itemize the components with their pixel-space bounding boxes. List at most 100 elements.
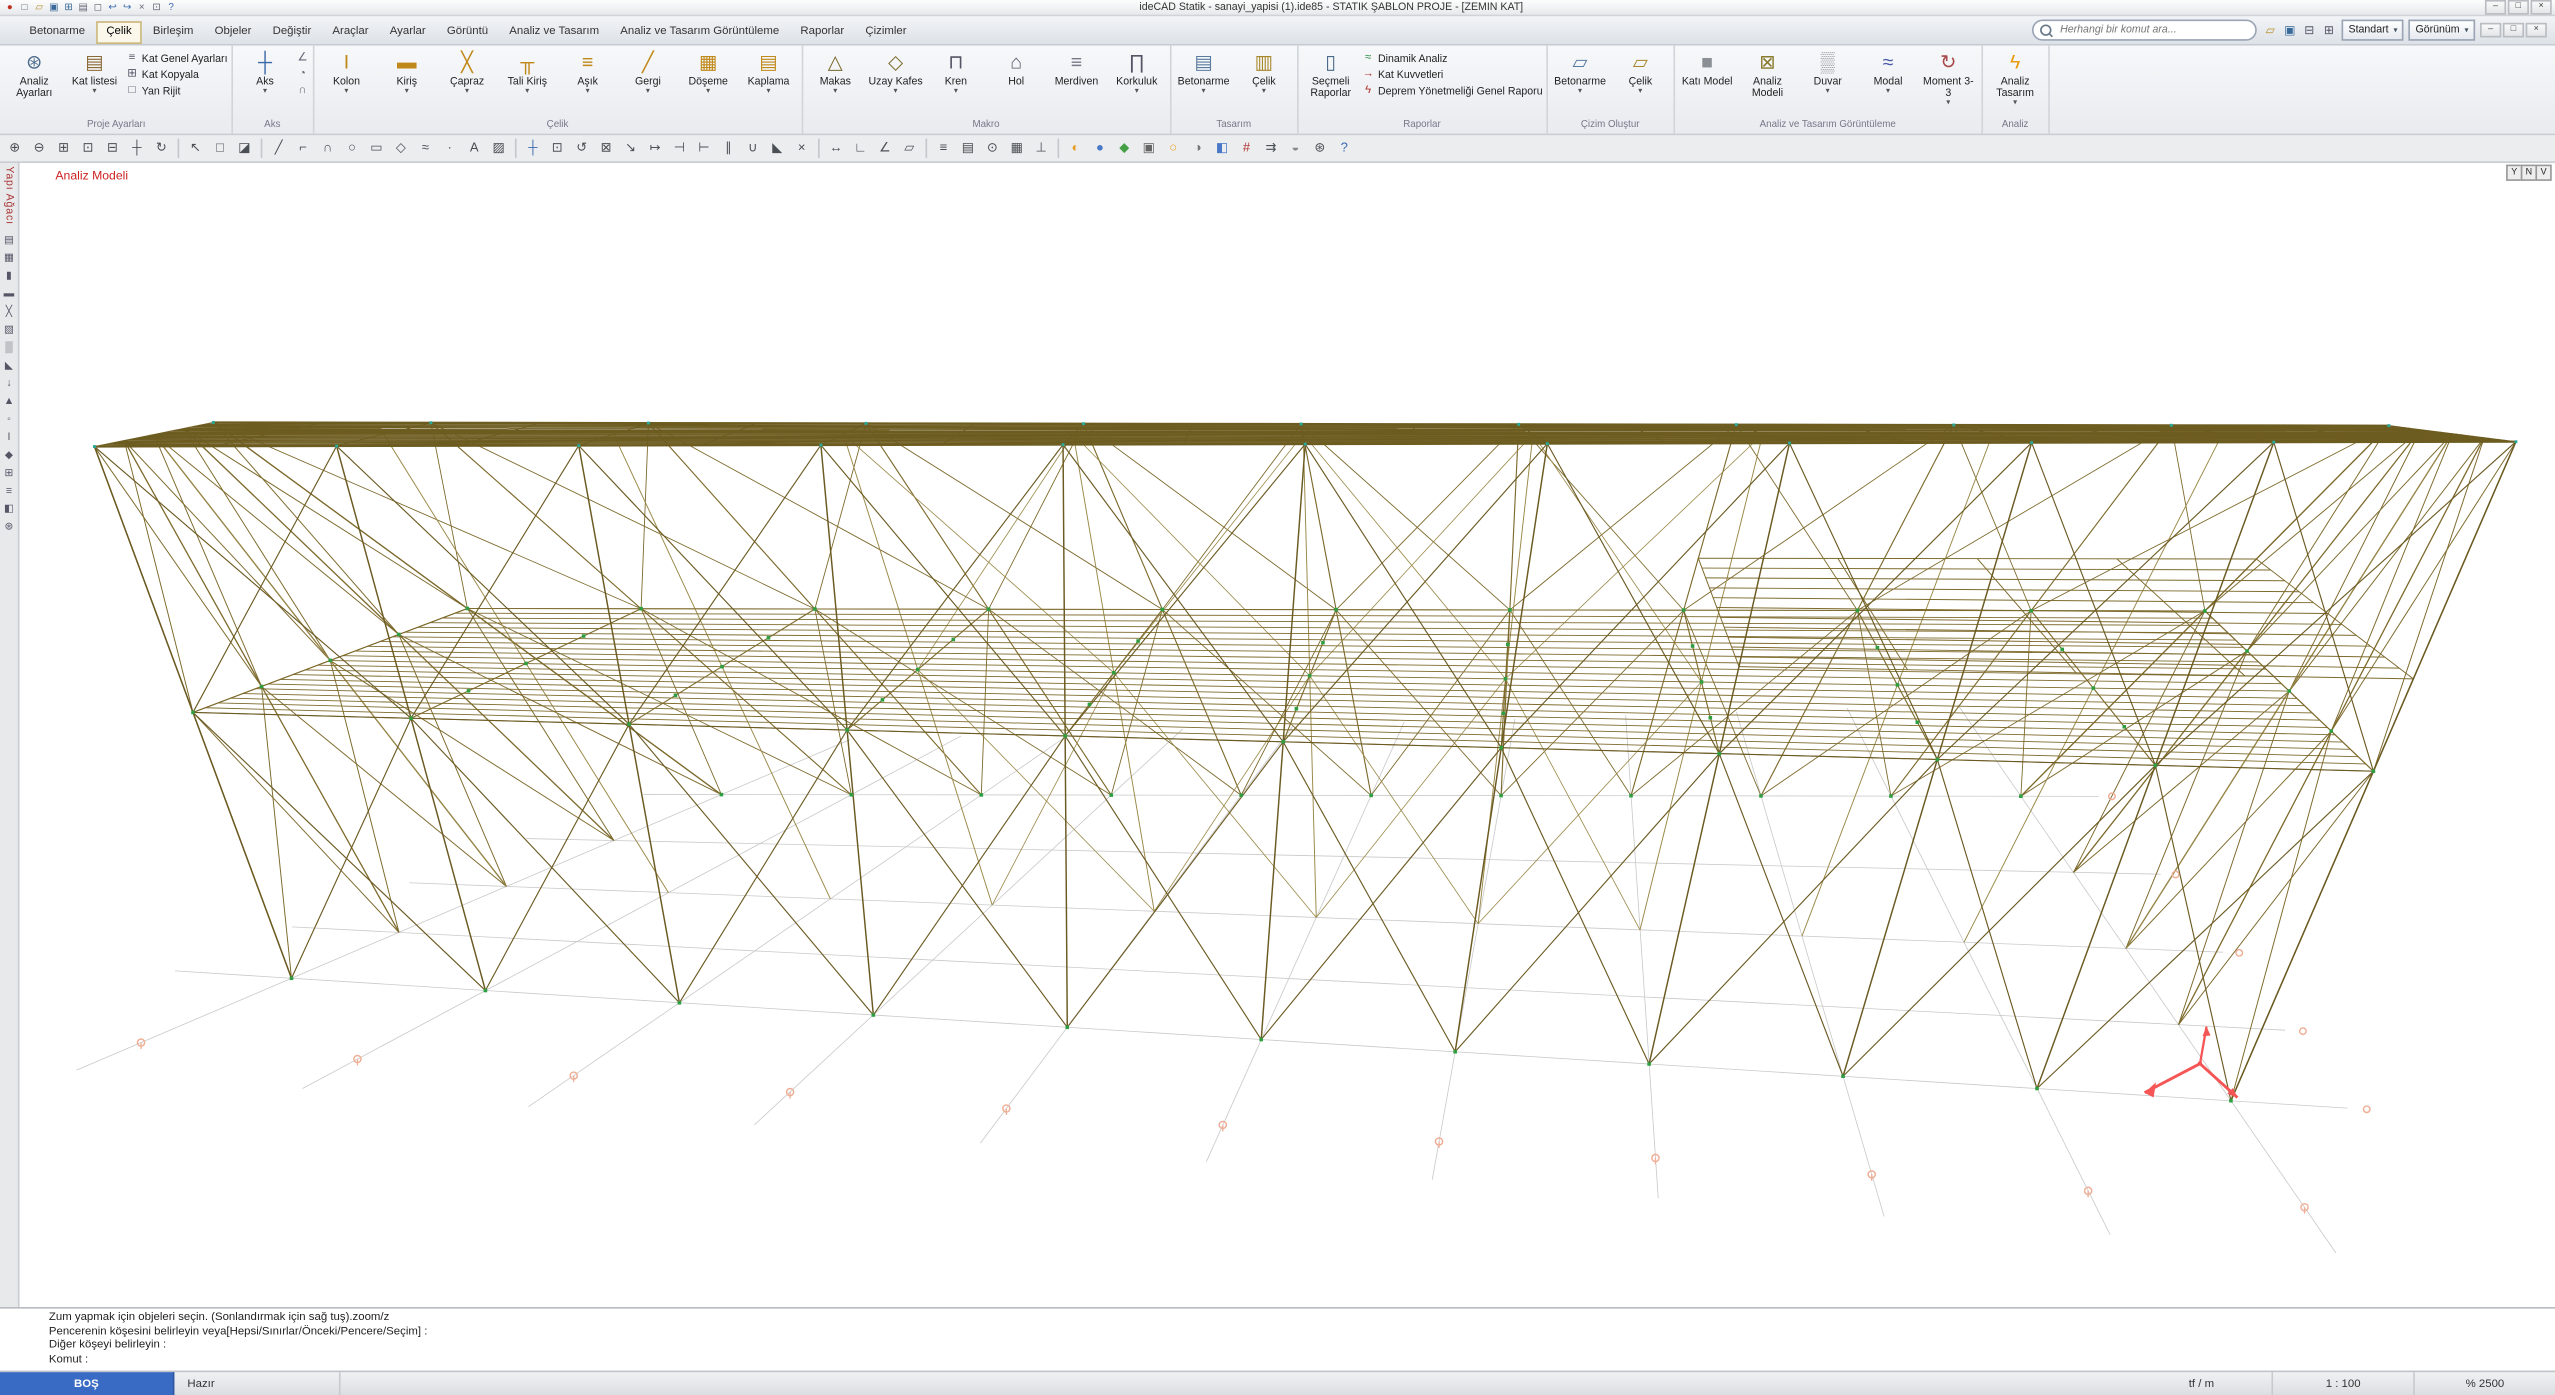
redo-icon[interactable]: ↪ <box>121 1 134 14</box>
tree-settings-icon[interactable]: ⊛ <box>2 520 17 535</box>
ribbon-button-axis-angle[interactable]: ∠ <box>296 52 309 65</box>
layers-panel-icon[interactable]: ≡ <box>2 484 17 499</box>
properties-icon[interactable]: ▤ <box>956 137 979 160</box>
print-preview-icon[interactable]: ◻ <box>91 1 104 14</box>
supports-icon[interactable]: ▲ <box>2 394 17 409</box>
display-settings-icon[interactable]: ⊛ <box>1308 137 1331 160</box>
ribbon-button-kat-kuvvetleri[interactable]: →Kat Kuvvetleri <box>1362 68 1543 81</box>
save-all-icon[interactable]: ⊞ <box>62 1 75 14</box>
save-icon[interactable]: ▣ <box>47 1 60 14</box>
ribbon-button-analiz-modeli[interactable]: ⊠Analiz Modeli <box>1738 47 1797 119</box>
scale-icon[interactable]: ↘ <box>619 137 642 160</box>
layers-icon[interactable]: ≡ <box>932 137 955 160</box>
tab-birlesim[interactable]: Birleşim <box>143 21 203 44</box>
ribbon-button-moment-3-3[interactable]: ↻Moment 3-3▾ <box>1919 47 1978 119</box>
ribbon-button-aks[interactable]: ┼Aks▾ <box>236 47 295 119</box>
extend-icon[interactable]: ⊢ <box>693 137 716 160</box>
close-button[interactable]: × <box>2531 0 2552 15</box>
ribbon-button-hol[interactable]: ⌂Hol <box>987 47 1046 119</box>
search-input[interactable] <box>2057 23 2249 38</box>
ribbon-button-modal[interactable]: ≈Modal▾ <box>1859 47 1918 119</box>
camera-icon[interactable]: ▣ <box>1137 137 1160 160</box>
ribbon-button-axis-circle[interactable]: ◔ <box>296 68 309 81</box>
views-icon[interactable]: ◧ <box>2 502 17 517</box>
tab-cizimler[interactable]: Çizimler <box>856 21 917 44</box>
light-icon[interactable]: ◐ <box>1064 137 1087 160</box>
sections-icon[interactable]: I <box>2 430 17 445</box>
minimize-button[interactable]: – <box>2485 0 2506 15</box>
mirror-icon[interactable]: ⊠ <box>595 137 618 160</box>
ribbon-button-yan-rijit[interactable]: □Yan Rijit <box>125 85 227 98</box>
view-3d-icon[interactable]: ◧ <box>1211 137 1234 160</box>
ribbon-button-analiz-ayarlari[interactable]: ⊛Analiz Ayarları <box>5 47 64 119</box>
erase-icon[interactable]: × <box>790 137 813 160</box>
print-icon[interactable]: ▤ <box>77 1 90 14</box>
ribbon-button-uzay-kafes[interactable]: ◇Uzay Kafes▾ <box>866 47 925 119</box>
ribbon-button-capraz[interactable]: ╳Çapraz▾ <box>438 47 497 119</box>
foundations-icon[interactable]: ◣ <box>2 358 17 373</box>
ortho-icon[interactable]: ⊥ <box>1030 137 1053 160</box>
ribbon-button-celik[interactable]: ▱Çelik▾ <box>1611 47 1670 119</box>
stories-icon[interactable]: ▦ <box>2 251 17 266</box>
zoom-extents-icon[interactable]: ⊡ <box>77 137 100 160</box>
material-icon[interactable]: ◆ <box>1113 137 1136 160</box>
ribbon-button-betonarme[interactable]: ▱Betonarme▾ <box>1551 47 1610 119</box>
tab-analiz-ve-tasarim[interactable]: Analiz ve Tasarım <box>500 21 609 44</box>
ribbon-button-tali-kiris[interactable]: ╥Tali Kiriş▾ <box>498 47 557 119</box>
zoom-in-icon[interactable]: ⊕ <box>3 137 26 160</box>
ribbon-button-korkuluk[interactable]: ∏Korkuluk▾ <box>1107 47 1166 119</box>
zoom-out-icon[interactable]: ⊖ <box>28 137 51 160</box>
mdi-close-button[interactable]: × <box>2526 23 2547 38</box>
ribbon-button-asik[interactable]: ≡Aşık▾ <box>558 47 617 119</box>
regen-icon[interactable]: ↻ <box>150 137 173 160</box>
walls-icon[interactable]: ▒ <box>2 341 17 356</box>
ribbon-button-doseme[interactable]: ▦Döşeme▾ <box>679 47 738 119</box>
ribbon-button-kolon[interactable]: IKolon▾ <box>317 47 376 119</box>
move-icon[interactable]: ┼ <box>521 137 544 160</box>
ribbon-button-duvar[interactable]: ▒Duvar▾ <box>1798 47 1857 119</box>
trim-icon[interactable]: ⊣ <box>668 137 691 160</box>
stretch-icon[interactable]: ↦ <box>644 137 667 160</box>
help-icon[interactable]: ? <box>165 1 178 14</box>
new-file-icon[interactable]: □ <box>18 1 31 14</box>
standart-combo[interactable]: Standart ▾ <box>2342 20 2404 41</box>
shadow-icon[interactable]: ◑ <box>1186 137 1209 160</box>
circle-icon[interactable]: ○ <box>341 137 364 160</box>
pan-icon[interactable]: ┼ <box>125 137 148 160</box>
viewport[interactable]: Analiz Modeli YNV <box>20 163 2555 1307</box>
sun-icon[interactable]: ○ <box>1162 137 1185 160</box>
ribbon-button-kren[interactable]: ⊓Kren▾ <box>927 47 986 119</box>
status-zoom[interactable]: % 2500 <box>2415 1372 2555 1395</box>
angle-icon[interactable]: ∠ <box>873 137 896 160</box>
zoom-window-icon[interactable]: ⊞ <box>52 137 75 160</box>
tab-analiz-ve-tasarim-goruntuleme[interactable]: Analiz ve Tasarım Görüntüleme <box>611 21 789 44</box>
rotate-icon[interactable]: ↺ <box>570 137 593 160</box>
ribbon-button-kat-kopyala[interactable]: ⊞Kat Kopyala <box>125 68 227 81</box>
materials-icon[interactable]: ◆ <box>2 448 17 463</box>
tab-araclar[interactable]: Araçlar <box>323 21 379 44</box>
dimension-icon[interactable]: ↔ <box>825 137 848 160</box>
walkthrough-icon[interactable]: ⇉ <box>1260 137 1283 160</box>
offset-icon[interactable]: ∥ <box>717 137 740 160</box>
ribbon-button-deprem-yonetmeligi-genel-raporu[interactable]: ϟDeprem Yönetmeliği Genel Raporu <box>1362 85 1543 98</box>
polyline-icon[interactable]: ⌐ <box>292 137 315 160</box>
select-icon[interactable]: ↖ <box>184 137 207 160</box>
mdi-minimize-button[interactable]: – <box>2480 23 2501 38</box>
ribbon-button-analiz-tasarim[interactable]: ϟAnaliz Tasarım▾ <box>1986 47 2045 119</box>
command-search[interactable] <box>2032 20 2257 41</box>
chamfer-icon[interactable]: ◣ <box>766 137 789 160</box>
cut-icon[interactable]: × <box>135 1 148 14</box>
zoom-previous-icon[interactable]: ⊟ <box>101 137 124 160</box>
gorunum-combo[interactable]: Görünüm ▾ <box>2409 20 2475 41</box>
tab-celik[interactable]: Çelik <box>97 21 142 44</box>
view-button-v[interactable]: V <box>2535 165 2551 181</box>
ribbon-button-dinamik-analiz[interactable]: ≈Dinamik Analiz <box>1362 52 1543 65</box>
fillet-icon[interactable]: ∪ <box>741 137 764 160</box>
copy-icon[interactable]: ⊡ <box>546 137 569 160</box>
tab-raporlar[interactable]: Raporlar <box>791 21 854 44</box>
ribbon-button-kati-model[interactable]: ■Katı Model <box>1678 47 1737 119</box>
hatch-icon[interactable]: ▨ <box>487 137 510 160</box>
ribbon-button-secmeli-raporlar[interactable]: ▯Seçmeli Raporlar <box>1301 47 1360 119</box>
beams-icon[interactable]: ▬ <box>2 287 17 302</box>
invert-selection-icon[interactable]: ◪ <box>233 137 256 160</box>
